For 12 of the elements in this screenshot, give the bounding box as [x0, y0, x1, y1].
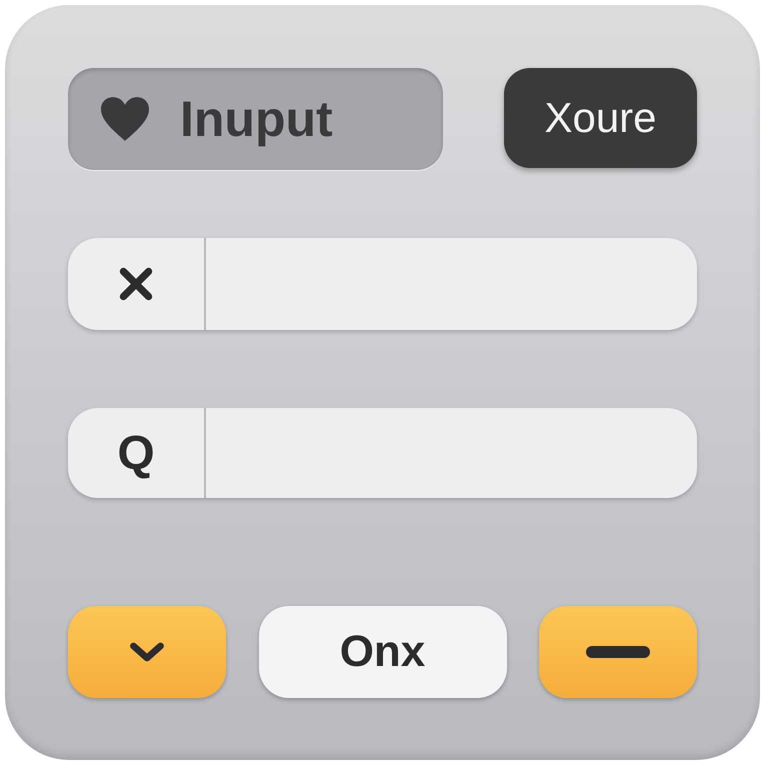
close-icon: [118, 266, 154, 302]
heart-icon: [98, 95, 152, 143]
chevron-icon: [129, 641, 165, 663]
chevron-button[interactable]: [68, 606, 226, 698]
input-field[interactable]: Q: [68, 408, 697, 498]
letter-icon: Q: [117, 426, 155, 480]
input-pill-button[interactable]: Inuput: [68, 68, 443, 170]
dark-button[interactable]: Xoure: [504, 68, 697, 168]
text-button[interactable]: Onx: [258, 606, 506, 698]
minus-button[interactable]: [539, 606, 697, 698]
minus-icon: [586, 646, 650, 658]
input-field[interactable]: [68, 238, 697, 330]
